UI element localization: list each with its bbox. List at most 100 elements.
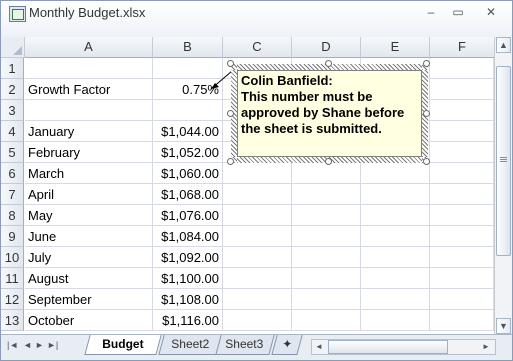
vertical-scroll-thumb[interactable] bbox=[496, 66, 511, 256]
empty-cell[interactable] bbox=[430, 310, 494, 331]
comment-text-box[interactable]: Colin Banfield: This number must be appr… bbox=[237, 70, 422, 157]
empty-cell[interactable] bbox=[430, 184, 494, 205]
scroll-down-button[interactable]: ▼ bbox=[496, 318, 511, 334]
empty-cell[interactable] bbox=[361, 247, 430, 268]
empty-cell[interactable] bbox=[430, 58, 494, 79]
empty-cell[interactable] bbox=[361, 268, 430, 289]
label-cell[interactable]: October bbox=[25, 310, 153, 331]
empty-cell[interactable] bbox=[292, 268, 361, 289]
value-cell[interactable]: $1,084.00 bbox=[153, 226, 223, 247]
value-cell[interactable]: $1,076.00 bbox=[153, 205, 223, 226]
empty-cell[interactable] bbox=[430, 100, 494, 121]
label-cell[interactable]: May bbox=[25, 205, 153, 226]
tab-budget[interactable]: Budget bbox=[84, 335, 162, 355]
row-header[interactable]: 10 bbox=[1, 247, 24, 268]
horizontal-scroll-thumb[interactable] bbox=[328, 340, 448, 354]
row-header[interactable]: 13 bbox=[1, 310, 24, 331]
label-cell[interactable] bbox=[25, 100, 153, 121]
empty-cell[interactable] bbox=[223, 226, 292, 247]
column-header-d[interactable]: D bbox=[292, 37, 361, 58]
row-header[interactable]: 12 bbox=[1, 289, 24, 310]
empty-cell[interactable] bbox=[361, 163, 430, 184]
close-button[interactable]: ✕ bbox=[481, 4, 501, 20]
maximize-button[interactable]: ▭ bbox=[448, 4, 468, 20]
first-sheet-button[interactable]: |◄ bbox=[7, 340, 18, 350]
label-cell[interactable]: July bbox=[25, 247, 153, 268]
vertical-scrollbar[interactable]: ▲ ▼ bbox=[494, 37, 512, 334]
cell-comment[interactable]: Colin Banfield: This number must be appr… bbox=[227, 60, 430, 165]
last-sheet-button[interactable]: ►| bbox=[47, 340, 58, 350]
value-cell[interactable]: $1,052.00 bbox=[153, 142, 223, 163]
scroll-up-button[interactable]: ▲ bbox=[496, 37, 511, 53]
empty-cell[interactable] bbox=[292, 289, 361, 310]
row-header[interactable]: 3 bbox=[1, 100, 24, 121]
resize-handle[interactable] bbox=[423, 110, 430, 117]
resize-handle[interactable] bbox=[423, 158, 430, 165]
empty-cell[interactable] bbox=[430, 247, 494, 268]
resize-handle[interactable] bbox=[227, 110, 234, 117]
empty-cell[interactable] bbox=[361, 310, 430, 331]
column-header-e[interactable]: E bbox=[361, 37, 430, 58]
label-cell[interactable]: Growth Factor bbox=[25, 79, 153, 100]
tab-sheet2[interactable]: Sheet2 bbox=[158, 335, 222, 355]
label-cell[interactable]: March bbox=[25, 163, 153, 184]
empty-cell[interactable] bbox=[430, 142, 494, 163]
value-cell[interactable]: $1,068.00 bbox=[153, 184, 223, 205]
row-header[interactable]: 1 bbox=[1, 58, 24, 79]
insert-sheet-tab[interactable]: ✦ bbox=[271, 335, 303, 355]
empty-cell[interactable] bbox=[430, 289, 494, 310]
empty-cell[interactable] bbox=[292, 163, 361, 184]
row-header[interactable]: 4 bbox=[1, 121, 24, 142]
resize-handle[interactable] bbox=[325, 60, 332, 67]
empty-cell[interactable] bbox=[223, 289, 292, 310]
empty-cell[interactable] bbox=[223, 205, 292, 226]
empty-cell[interactable] bbox=[223, 268, 292, 289]
value-cell[interactable] bbox=[153, 100, 223, 121]
empty-cell[interactable] bbox=[223, 163, 292, 184]
empty-cell[interactable] bbox=[292, 247, 361, 268]
empty-cell[interactable] bbox=[361, 205, 430, 226]
label-cell[interactable]: April bbox=[25, 184, 153, 205]
column-header-f[interactable]: F bbox=[430, 37, 495, 58]
empty-cell[interactable] bbox=[223, 310, 292, 331]
value-cell[interactable]: $1,044.00 bbox=[153, 121, 223, 142]
label-cell[interactable] bbox=[25, 58, 153, 79]
value-cell[interactable]: $1,108.00 bbox=[153, 289, 223, 310]
empty-cell[interactable] bbox=[361, 184, 430, 205]
value-cell[interactable]: $1,116.00 bbox=[153, 310, 223, 331]
label-cell[interactable]: September bbox=[25, 289, 153, 310]
minimize-button[interactable]: – bbox=[421, 4, 441, 20]
label-cell[interactable]: February bbox=[25, 142, 153, 163]
empty-cell[interactable] bbox=[430, 79, 494, 100]
column-header-c[interactable]: C bbox=[223, 37, 292, 58]
label-cell[interactable]: January bbox=[25, 121, 153, 142]
select-all-button[interactable] bbox=[1, 37, 25, 58]
label-cell[interactable]: June bbox=[25, 226, 153, 247]
row-header[interactable]: 9 bbox=[1, 226, 24, 247]
value-cell[interactable]: $1,092.00 bbox=[153, 247, 223, 268]
resize-handle[interactable] bbox=[423, 60, 430, 67]
resize-handle[interactable] bbox=[227, 60, 234, 67]
label-cell[interactable]: August bbox=[25, 268, 153, 289]
column-header-a[interactable]: A bbox=[25, 37, 153, 58]
empty-cell[interactable] bbox=[430, 205, 494, 226]
scroll-left-button[interactable]: ◄ bbox=[312, 340, 326, 354]
tab-sheet3[interactable]: Sheet3 bbox=[213, 335, 275, 355]
row-header[interactable]: 8 bbox=[1, 205, 24, 226]
resize-handle[interactable] bbox=[227, 158, 234, 165]
scroll-right-button[interactable]: ► bbox=[479, 340, 493, 354]
empty-cell[interactable] bbox=[223, 184, 292, 205]
row-header[interactable]: 5 bbox=[1, 142, 24, 163]
row-header[interactable]: 7 bbox=[1, 184, 24, 205]
empty-cell[interactable] bbox=[430, 163, 494, 184]
empty-cell[interactable] bbox=[430, 226, 494, 247]
column-header-b[interactable]: B bbox=[153, 37, 223, 58]
empty-cell[interactable] bbox=[292, 226, 361, 247]
row-header[interactable]: 2 bbox=[1, 79, 24, 100]
row-header[interactable]: 6 bbox=[1, 163, 24, 184]
previous-sheet-button[interactable]: ◄ bbox=[23, 340, 32, 350]
horizontal-scrollbar[interactable]: ◄ ► bbox=[311, 339, 496, 355]
empty-cell[interactable] bbox=[430, 121, 494, 142]
empty-cell[interactable] bbox=[292, 205, 361, 226]
empty-cell[interactable] bbox=[361, 289, 430, 310]
